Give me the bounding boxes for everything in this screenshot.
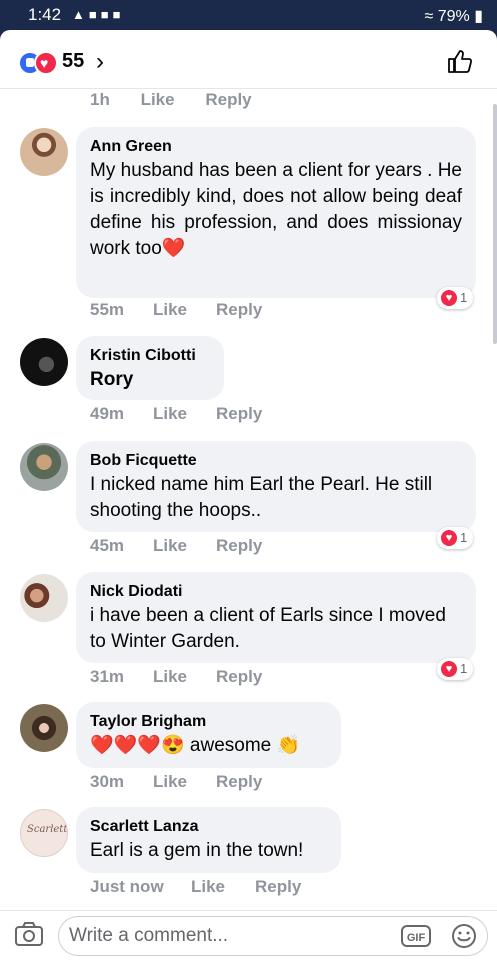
reaction-count: 1 bbox=[460, 530, 468, 545]
comment-text: Earl is a gem in the town! bbox=[90, 840, 304, 861]
comment-time: 31m bbox=[90, 667, 125, 686]
comment-meta: 31m Like Reply bbox=[90, 667, 262, 687]
comment-meta: Just now Like Reply bbox=[90, 877, 301, 897]
avatar[interactable]: Scarlett bbox=[20, 809, 68, 857]
comment-meta: 49m Like Reply bbox=[90, 404, 262, 424]
love-reaction-icon: ♥ bbox=[441, 290, 457, 306]
comment-bubble: Taylor Brigham ❤️❤️❤️😍 awesome 👏 bbox=[76, 702, 341, 768]
avatar[interactable] bbox=[20, 704, 68, 752]
comment-bubble: Kristin Cibotti Rory bbox=[76, 336, 224, 400]
notification-icons: ▲■■■ bbox=[72, 7, 125, 22]
comment-time: 55m bbox=[90, 300, 125, 319]
comment-time: Just now bbox=[90, 877, 164, 896]
comment-text: Rory bbox=[90, 369, 134, 390]
reactions-summary[interactable] bbox=[18, 51, 60, 75]
comment-time: 49m bbox=[90, 404, 125, 423]
previous-comment-meta: 1h Like Reply bbox=[90, 90, 278, 110]
comment-bubble: Nick Diodati i have been a client of Ear… bbox=[76, 572, 476, 663]
thumbs-up-icon[interactable] bbox=[447, 48, 473, 74]
comment-text: ❤️❤️❤️😍 awesome 👏 bbox=[90, 735, 301, 756]
status-time: 1:42 bbox=[28, 5, 62, 24]
like-link[interactable]: Like bbox=[153, 772, 216, 792]
comment-author[interactable]: Scarlett Lanza bbox=[90, 816, 327, 838]
like-link[interactable]: Like bbox=[153, 404, 216, 424]
reply-link[interactable]: Reply bbox=[216, 300, 262, 320]
reactions-header: 55 › bbox=[0, 30, 497, 89]
comments-sheet: 55 › 1h Like Reply Ann Green My husband … bbox=[0, 30, 497, 960]
reply-link[interactable]: Reply bbox=[205, 90, 251, 109]
gif-button[interactable]: GIF bbox=[401, 925, 431, 947]
comment-meta: 45m Like Reply bbox=[90, 536, 262, 556]
chevron-right-icon[interactable]: › bbox=[96, 48, 104, 76]
reaction-pill[interactable]: ♥ 1 bbox=[437, 527, 473, 549]
reaction-pill[interactable]: ♥ 1 bbox=[437, 658, 473, 680]
comment-placeholder: Write a comment... bbox=[69, 925, 229, 946]
reply-link[interactable]: Reply bbox=[216, 667, 262, 687]
comment-text: I nicked name him Earl the Pearl. He sti… bbox=[90, 474, 433, 521]
like-link[interactable]: Like bbox=[153, 300, 216, 320]
status-right: ≈ 79% ▮ bbox=[424, 6, 483, 26]
smiley-icon[interactable] bbox=[451, 923, 477, 949]
reply-link[interactable]: Reply bbox=[216, 536, 262, 556]
comment-input[interactable]: Write a comment... GIF bbox=[58, 916, 488, 956]
comment-author[interactable]: Nick Diodati bbox=[90, 581, 462, 603]
comment-time: 1h bbox=[90, 90, 110, 109]
battery-level: 79% bbox=[437, 8, 470, 25]
like-link[interactable]: Like bbox=[141, 90, 175, 109]
avatar[interactable] bbox=[20, 443, 68, 491]
comment-text: My husband has been a client for years .… bbox=[90, 160, 462, 259]
reaction-count[interactable]: 55 bbox=[62, 50, 84, 73]
reply-link[interactable]: Reply bbox=[216, 404, 262, 424]
reaction-pill[interactable]: ♥ 1 bbox=[437, 287, 473, 309]
comment-bubble: Scarlett Lanza Earl is a gem in the town… bbox=[76, 807, 341, 873]
comment-author[interactable]: Taylor Brigham bbox=[90, 711, 327, 733]
comment-meta: 55m Like Reply bbox=[90, 300, 262, 320]
comment-author[interactable]: Bob Ficquette bbox=[90, 450, 462, 472]
battery-icon: ▮ bbox=[474, 8, 483, 25]
like-link[interactable]: Like bbox=[153, 667, 216, 687]
comment-author[interactable]: Kristin Cibotti bbox=[90, 345, 210, 367]
avatar[interactable] bbox=[20, 338, 68, 386]
scrollbar[interactable] bbox=[493, 104, 497, 344]
signature-logo: Scarlett bbox=[27, 824, 68, 835]
reply-link[interactable]: Reply bbox=[216, 772, 262, 792]
love-reaction-icon: ♥ bbox=[441, 530, 457, 546]
comment-time: 45m bbox=[90, 536, 125, 555]
avatar[interactable] bbox=[20, 128, 68, 176]
comment-author[interactable]: Ann Green bbox=[90, 136, 462, 158]
comment-time: 30m bbox=[90, 772, 125, 791]
camera-icon[interactable] bbox=[14, 921, 44, 947]
status-bar: 1:42 ▲■■■ ≈ 79% ▮ bbox=[0, 0, 497, 30]
comment-bubble: Bob Ficquette I nicked name him Earl the… bbox=[76, 441, 476, 532]
wifi-icon: ≈ bbox=[424, 8, 434, 25]
reply-link[interactable]: Reply bbox=[255, 877, 301, 897]
comment-bubble: Ann Green My husband has been a client f… bbox=[76, 127, 476, 298]
like-link[interactable]: Like bbox=[153, 536, 216, 556]
love-reaction-icon: ♥ bbox=[441, 661, 457, 677]
comment-text: i have been a client of Earls since I mo… bbox=[90, 605, 446, 652]
like-link[interactable]: Like bbox=[191, 877, 255, 897]
reaction-count: 1 bbox=[460, 290, 468, 305]
comment-composer: Write a comment... GIF bbox=[0, 910, 497, 960]
avatar[interactable] bbox=[20, 574, 68, 622]
love-reaction-icon bbox=[34, 51, 58, 75]
comment-meta: 30m Like Reply bbox=[90, 772, 262, 792]
reaction-count: 1 bbox=[460, 661, 468, 676]
